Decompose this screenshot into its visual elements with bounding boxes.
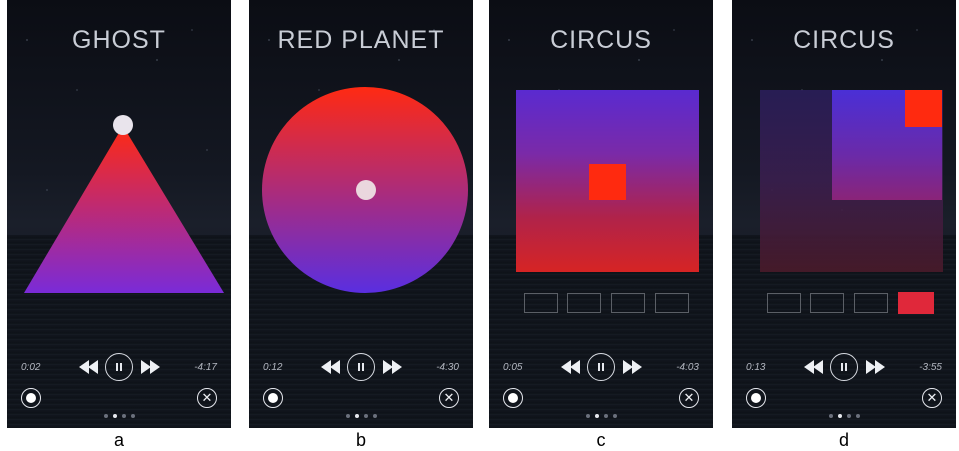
step-slot-active[interactable]: [898, 292, 934, 314]
fast-forward-icon[interactable]: [623, 360, 643, 374]
step-slot[interactable]: [524, 293, 558, 313]
position-marker: [113, 115, 133, 135]
elapsed-time: 0:02: [21, 362, 41, 373]
panel-caption: a: [113, 430, 124, 450]
player-screen-c: CIRCUS 0:05 -4:03 ✕: [489, 0, 713, 428]
rewind-icon[interactable]: [321, 360, 341, 374]
player-screen-a: GHOST 0:02 -4:17 ✕: [7, 0, 231, 428]
page-dot[interactable]: [603, 414, 608, 418]
remaining-time: -3:55: [919, 362, 942, 373]
step-slot[interactable]: [655, 293, 689, 313]
page-dot[interactable]: [585, 414, 590, 418]
page-indicator: [249, 405, 473, 423]
page-indicator: [732, 405, 956, 423]
page-dot[interactable]: [372, 414, 377, 418]
page-dot[interactable]: [121, 414, 126, 418]
track-title: CIRCUS: [793, 26, 895, 54]
fast-forward-icon[interactable]: [383, 360, 403, 374]
rewind-icon[interactable]: [79, 360, 99, 374]
highlighted-cell: [905, 90, 942, 127]
page-indicator: [7, 405, 231, 423]
rewind-icon[interactable]: [561, 360, 581, 374]
player-screen-b: RED PLANET 0:12 -4:30 ✕: [249, 0, 473, 428]
rewind-icon[interactable]: [804, 360, 824, 374]
page-dot[interactable]: [363, 414, 368, 418]
fast-forward-icon[interactable]: [866, 360, 886, 374]
page-dot[interactable]: [828, 414, 833, 418]
elapsed-time: 0:12: [263, 362, 283, 373]
player-screen-d: CIRCUS 0:13 -3:55 ✕: [732, 0, 956, 428]
planet-visual: [262, 87, 468, 293]
page-dot-active[interactable]: [112, 414, 117, 418]
elapsed-time: 0:13: [746, 362, 766, 373]
pause-icon[interactable]: [587, 353, 615, 381]
page-dot[interactable]: [345, 414, 350, 418]
page-indicator: [489, 405, 713, 423]
step-slot[interactable]: [854, 293, 888, 313]
page-dot-active[interactable]: [594, 414, 599, 418]
panel-caption: c: [596, 430, 606, 450]
page-dot-active[interactable]: [354, 414, 359, 418]
page-dot[interactable]: [855, 414, 860, 418]
page-dot[interactable]: [846, 414, 851, 418]
elapsed-time: 0:05: [503, 362, 523, 373]
page-dot[interactable]: [130, 414, 135, 418]
step-slot[interactable]: [611, 293, 645, 313]
page-dot[interactable]: [103, 414, 108, 418]
step-slot[interactable]: [767, 293, 801, 313]
panel-caption: b: [355, 430, 366, 450]
pause-icon[interactable]: [105, 353, 133, 381]
fast-forward-icon[interactable]: [141, 360, 161, 374]
remaining-time: -4:17: [194, 362, 217, 373]
panel-caption: d: [838, 430, 849, 450]
position-marker: [356, 180, 376, 200]
pause-icon[interactable]: [830, 353, 858, 381]
page-dot[interactable]: [612, 414, 617, 418]
triangle-visual: [24, 115, 224, 293]
page-dot-active[interactable]: [837, 414, 842, 418]
step-slot[interactable]: [810, 293, 844, 313]
track-title: CIRCUS: [550, 26, 652, 54]
step-slot[interactable]: [567, 293, 601, 313]
highlighted-cell: [589, 164, 626, 200]
pause-icon[interactable]: [347, 353, 375, 381]
remaining-time: -4:30: [436, 362, 459, 373]
remaining-time: -4:03: [676, 362, 699, 373]
